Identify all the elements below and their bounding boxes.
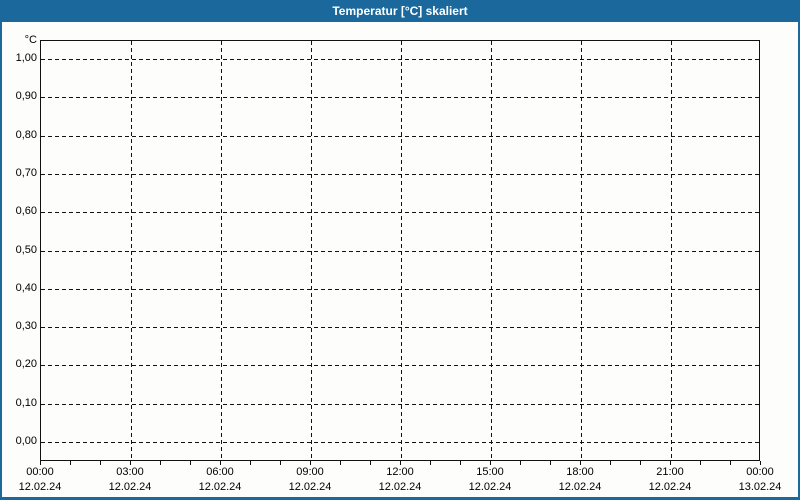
y-tick-label: 0,20 [15, 358, 37, 370]
y-tick-label: 1,00 [15, 52, 37, 64]
y-grid-line [41, 97, 759, 98]
x-minor-tick [730, 461, 731, 465]
x-tick-date-label: 13.02.24 [738, 481, 782, 493]
x-grid-line [221, 41, 222, 460]
x-tick-date-label: 12.02.24 [288, 481, 332, 493]
x-minor-tick [610, 461, 611, 465]
x-tick-date-label: 12.02.24 [108, 481, 152, 493]
x-tick-time-label: 15:00 [476, 466, 504, 478]
x-tick-date-label: 12.02.24 [198, 481, 242, 493]
x-tick-time-label: 18:00 [566, 466, 594, 478]
y-tick-label: 0,40 [15, 282, 37, 294]
y-grid-line [41, 59, 759, 60]
x-minor-tick [400, 461, 401, 465]
x-minor-tick [40, 461, 41, 465]
x-grid-line [401, 41, 402, 460]
y-grid-line [41, 212, 759, 213]
y-tick-label: 0,70 [15, 167, 37, 179]
y-grid-line [41, 442, 759, 443]
x-minor-tick [160, 461, 161, 465]
x-minor-tick [430, 461, 431, 465]
y-tick-label: 0,50 [15, 244, 37, 256]
x-minor-tick [340, 461, 341, 465]
x-tick-time-label: 00:00 [26, 466, 54, 478]
x-grid-line [131, 41, 132, 460]
x-minor-tick [370, 461, 371, 465]
x-minor-tick [220, 461, 221, 465]
x-tick-date-label: 12.02.24 [18, 481, 62, 493]
window-titlebar: Temperatur [°C] skaliert [0, 0, 800, 22]
y-grid-line [41, 404, 759, 405]
y-tick-label: 0,00 [15, 435, 37, 447]
y-grid-line [41, 174, 759, 175]
x-minor-tick [100, 461, 101, 465]
y-grid-line [41, 289, 759, 290]
chart-window: Temperatur [°C] skaliert °C 1,00 0,90 0,80… [0, 0, 800, 500]
x-minor-tick [250, 461, 251, 465]
window-title: Temperatur [°C] skaliert [332, 4, 468, 18]
x-minor-tick [280, 461, 281, 465]
x-tick-time-label: 06:00 [206, 466, 234, 478]
x-minor-tick [490, 461, 491, 465]
x-grid-line [491, 41, 492, 460]
x-minor-tick [640, 461, 641, 465]
plot-area [40, 40, 760, 461]
y-grid-line [41, 251, 759, 252]
y-grid-line [41, 136, 759, 137]
x-minor-tick [550, 461, 551, 465]
x-tick-time-label: 12:00 [386, 466, 414, 478]
x-minor-tick [760, 461, 761, 465]
x-tick-date-label: 12.02.24 [468, 481, 512, 493]
x-minor-tick [670, 461, 671, 465]
x-minor-tick [580, 461, 581, 465]
x-tick-date-label: 12.02.24 [558, 481, 602, 493]
x-minor-tick [190, 461, 191, 465]
y-tick-label: 0,30 [15, 320, 37, 332]
y-tick-label: 0,60 [15, 205, 37, 217]
y-grid-line [41, 327, 759, 328]
x-tick-time-label: 09:00 [296, 466, 324, 478]
x-tick-time-label: 21:00 [656, 466, 684, 478]
x-minor-tick [70, 461, 71, 465]
y-axis-unit-label: °C [24, 34, 37, 46]
x-tick-time-label: 03:00 [116, 466, 144, 478]
x-grid-line [581, 41, 582, 460]
y-tick-label: 0,90 [15, 90, 37, 102]
x-minor-tick [520, 461, 521, 465]
x-minor-tick [130, 461, 131, 465]
x-minor-tick [700, 461, 701, 465]
x-grid-line [311, 41, 312, 460]
x-minor-tick [310, 461, 311, 465]
x-tick-date-label: 12.02.24 [648, 481, 692, 493]
x-tick-time-label: 00:00 [746, 466, 774, 478]
x-grid-line [671, 41, 672, 460]
x-minor-tick [460, 461, 461, 465]
x-tick-date-label: 12.02.24 [378, 481, 422, 493]
y-grid-line [41, 365, 759, 366]
y-tick-label: 0,10 [15, 397, 37, 409]
y-tick-label: 0,80 [15, 129, 37, 141]
